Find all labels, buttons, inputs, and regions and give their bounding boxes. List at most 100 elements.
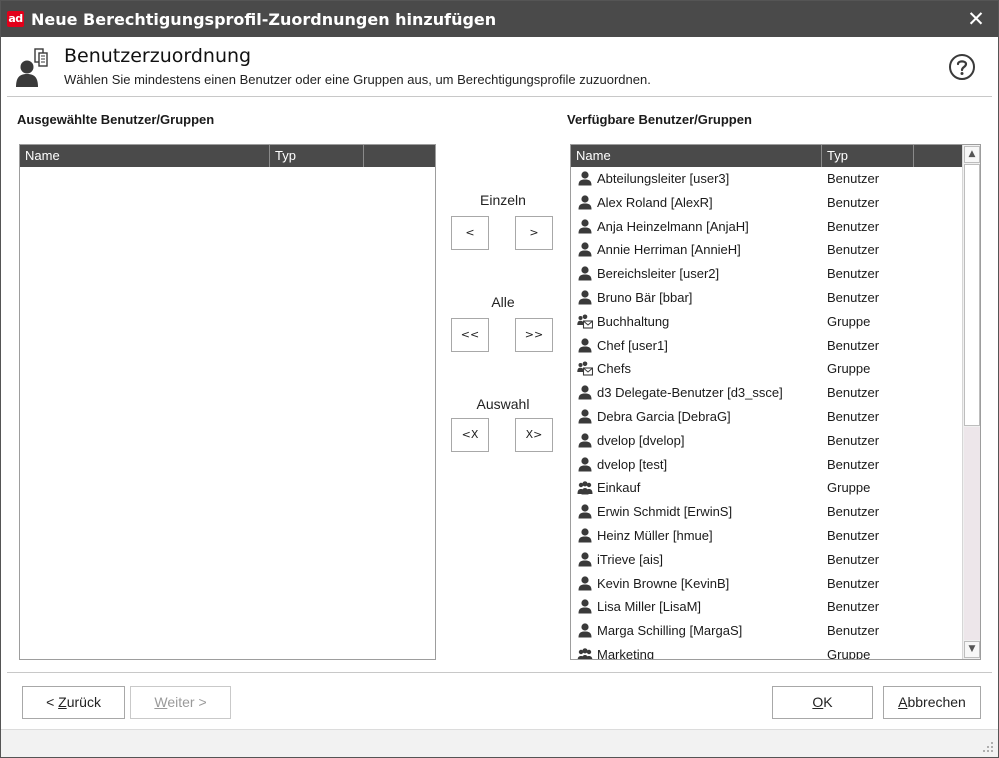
- user-icon: [577, 241, 593, 257]
- list-item[interactable]: d3 Delegate-Benutzer [d3_ssce] Benutzer: [571, 381, 962, 405]
- footer-divider: [7, 672, 992, 673]
- help-circle-icon[interactable]: [948, 53, 976, 81]
- list-item[interactable]: Chefs Gruppe: [571, 357, 962, 381]
- available-list[interactable]: Abteilungsleiter [user3] Benutzer Alex Rol…: [571, 167, 962, 659]
- row-type: Benutzer: [827, 218, 880, 234]
- row-name: Chefs: [597, 361, 631, 377]
- user-icon: [577, 598, 593, 614]
- cancel-label: bbrechen: [907, 694, 966, 710]
- row-name: Abteilungsleiter [user3]: [597, 171, 730, 186]
- list-item[interactable]: Annie Herriman [AnnieH] Benutzer: [571, 238, 962, 262]
- row-type: Benutzer: [827, 623, 880, 639]
- back-prefix: <: [46, 694, 59, 710]
- user-icon: [577, 408, 593, 424]
- page-header: Benutzerzuordnung Wählen Sie mindestens …: [7, 37, 992, 97]
- list-item[interactable]: Kevin Browne [KevinB] Benutzer: [571, 572, 962, 596]
- single-group-label: Einzeln: [480, 192, 526, 208]
- row-type: Benutzer: [827, 337, 880, 353]
- row-name-cell: Bruno Bär [bbar]: [577, 286, 819, 310]
- row-name: d3 Delegate-Benutzer [d3_ssce]: [597, 385, 783, 401]
- move-single-right-button[interactable]: >: [515, 216, 553, 250]
- row-name: dvelop [dvelop]: [597, 432, 685, 448]
- user-assign-icon: [16, 48, 48, 87]
- scroll-thumb[interactable]: [964, 164, 980, 426]
- move-selection-right-button[interactable]: X>: [515, 418, 553, 452]
- row-type: Gruppe: [827, 646, 871, 659]
- move-selection-left-button[interactable]: <X: [451, 418, 489, 452]
- user-icon: [577, 456, 593, 472]
- close-icon[interactable]: ✕: [964, 6, 988, 32]
- row-name-cell: Buchhaltung: [577, 310, 819, 334]
- selected-table[interactable]: Name Typ: [19, 144, 436, 660]
- back-label: urück: [66, 694, 101, 710]
- row-type: Benutzer: [827, 171, 880, 186]
- row-name: Lisa Miller [LisaM]: [597, 599, 702, 615]
- row-type: Benutzer: [827, 242, 880, 258]
- list-item[interactable]: Marketing Gruppe: [571, 643, 962, 659]
- ok-button[interactable]: OK: [772, 686, 873, 719]
- list-item[interactable]: dvelop [dvelop] Benutzer: [571, 429, 962, 453]
- selected-col-extra: [364, 145, 435, 167]
- row-name: Alex Roland [AlexR]: [597, 194, 713, 210]
- list-item[interactable]: Abteilungsleiter [user3] Benutzer: [571, 167, 962, 191]
- selected-section-label: Ausgewählte Benutzer/Gruppen: [17, 112, 215, 127]
- move-all-right-button[interactable]: >>: [515, 318, 553, 352]
- move-single-left-button[interactable]: <: [451, 216, 489, 250]
- move-all-left-button[interactable]: <<: [451, 318, 489, 352]
- list-item[interactable]: Erwin Schmidt [ErwinS] Benutzer: [571, 500, 962, 524]
- user-icon: [577, 432, 593, 448]
- list-item[interactable]: Anja Heinzelmann [AnjaH] Benutzer: [571, 215, 962, 239]
- selected-col-type[interactable]: Typ: [270, 145, 364, 167]
- row-name: Marga Schilling [MargaS]: [597, 623, 743, 639]
- cancel-button[interactable]: Abbrechen: [883, 686, 981, 719]
- user-icon: [577, 503, 593, 519]
- row-name: Anja Heinzelmann [AnjaH]: [597, 218, 749, 234]
- row-name-cell: Marga Schilling [MargaS]: [577, 619, 819, 643]
- list-item[interactable]: Chef [user1] Benutzer: [571, 334, 962, 358]
- back-mnemonic: Z: [58, 694, 67, 710]
- available-table[interactable]: Name Typ Abteilungsleiter [user3] Benutze…: [570, 144, 981, 660]
- scroll-up-arrow-icon[interactable]: ▲: [964, 146, 980, 163]
- row-name: Bereichsleiter [user2]: [597, 266, 720, 282]
- available-col-name[interactable]: Name: [571, 145, 822, 167]
- ok-label: K: [823, 694, 833, 710]
- row-type: Gruppe: [827, 361, 871, 377]
- list-item[interactable]: Buchhaltung Gruppe: [571, 310, 962, 334]
- row-name-cell: Marketing: [577, 643, 819, 659]
- list-item[interactable]: Debra Garcia [DebraG] Benutzer: [571, 405, 962, 429]
- list-item[interactable]: Marga Schilling [MargaS] Benutzer: [571, 619, 962, 643]
- scroll-down-arrow-icon[interactable]: ▼: [964, 641, 980, 658]
- available-scrollbar[interactable]: ▲ ▼: [962, 145, 980, 659]
- group-icon: [577, 646, 593, 659]
- user-icon: [577, 384, 593, 400]
- row-type: Benutzer: [827, 408, 880, 424]
- available-col-type[interactable]: Typ: [822, 145, 914, 167]
- list-item[interactable]: Alex Roland [AlexR] Benutzer: [571, 191, 962, 215]
- row-type: Benutzer: [827, 527, 880, 543]
- user-icon: [577, 265, 593, 281]
- next-button[interactable]: Weiter >: [130, 686, 231, 719]
- row-type: Benutzer: [827, 551, 880, 567]
- list-item[interactable]: Bruno Bär [bbar] Benutzer: [571, 286, 962, 310]
- list-item[interactable]: iTrieve [ais] Benutzer: [571, 548, 962, 572]
- row-type: Gruppe: [827, 313, 871, 329]
- list-item[interactable]: Lisa Miller [LisaM] Benutzer: [571, 595, 962, 619]
- scroll-track[interactable]: [964, 427, 980, 640]
- row-type: Benutzer: [827, 504, 880, 520]
- mail-group-icon: [577, 360, 594, 376]
- list-item[interactable]: Heinz Müller [hmue] Benutzer: [571, 524, 962, 548]
- back-button[interactable]: < Zurück: [22, 686, 125, 719]
- list-item[interactable]: Einkauf Gruppe: [571, 476, 962, 500]
- mail-group-icon: [577, 313, 594, 329]
- title-bar[interactable]: ad Neue Berechtigungsprofil-Zuordnungen …: [1, 1, 998, 37]
- available-table-header: Name Typ: [571, 145, 962, 167]
- row-name: Debra Garcia [DebraG]: [597, 408, 731, 424]
- selected-col-name[interactable]: Name: [20, 145, 270, 167]
- user-icon: [577, 194, 593, 210]
- row-name: dvelop [test]: [597, 456, 668, 472]
- list-item[interactable]: dvelop [test] Benutzer: [571, 453, 962, 477]
- list-item[interactable]: Bereichsleiter [user2] Benutzer: [571, 262, 962, 286]
- row-name-cell: Abteilungsleiter [user3]: [577, 167, 819, 191]
- resize-grip-icon[interactable]: [982, 741, 994, 753]
- next-mnemonic: W: [154, 694, 168, 710]
